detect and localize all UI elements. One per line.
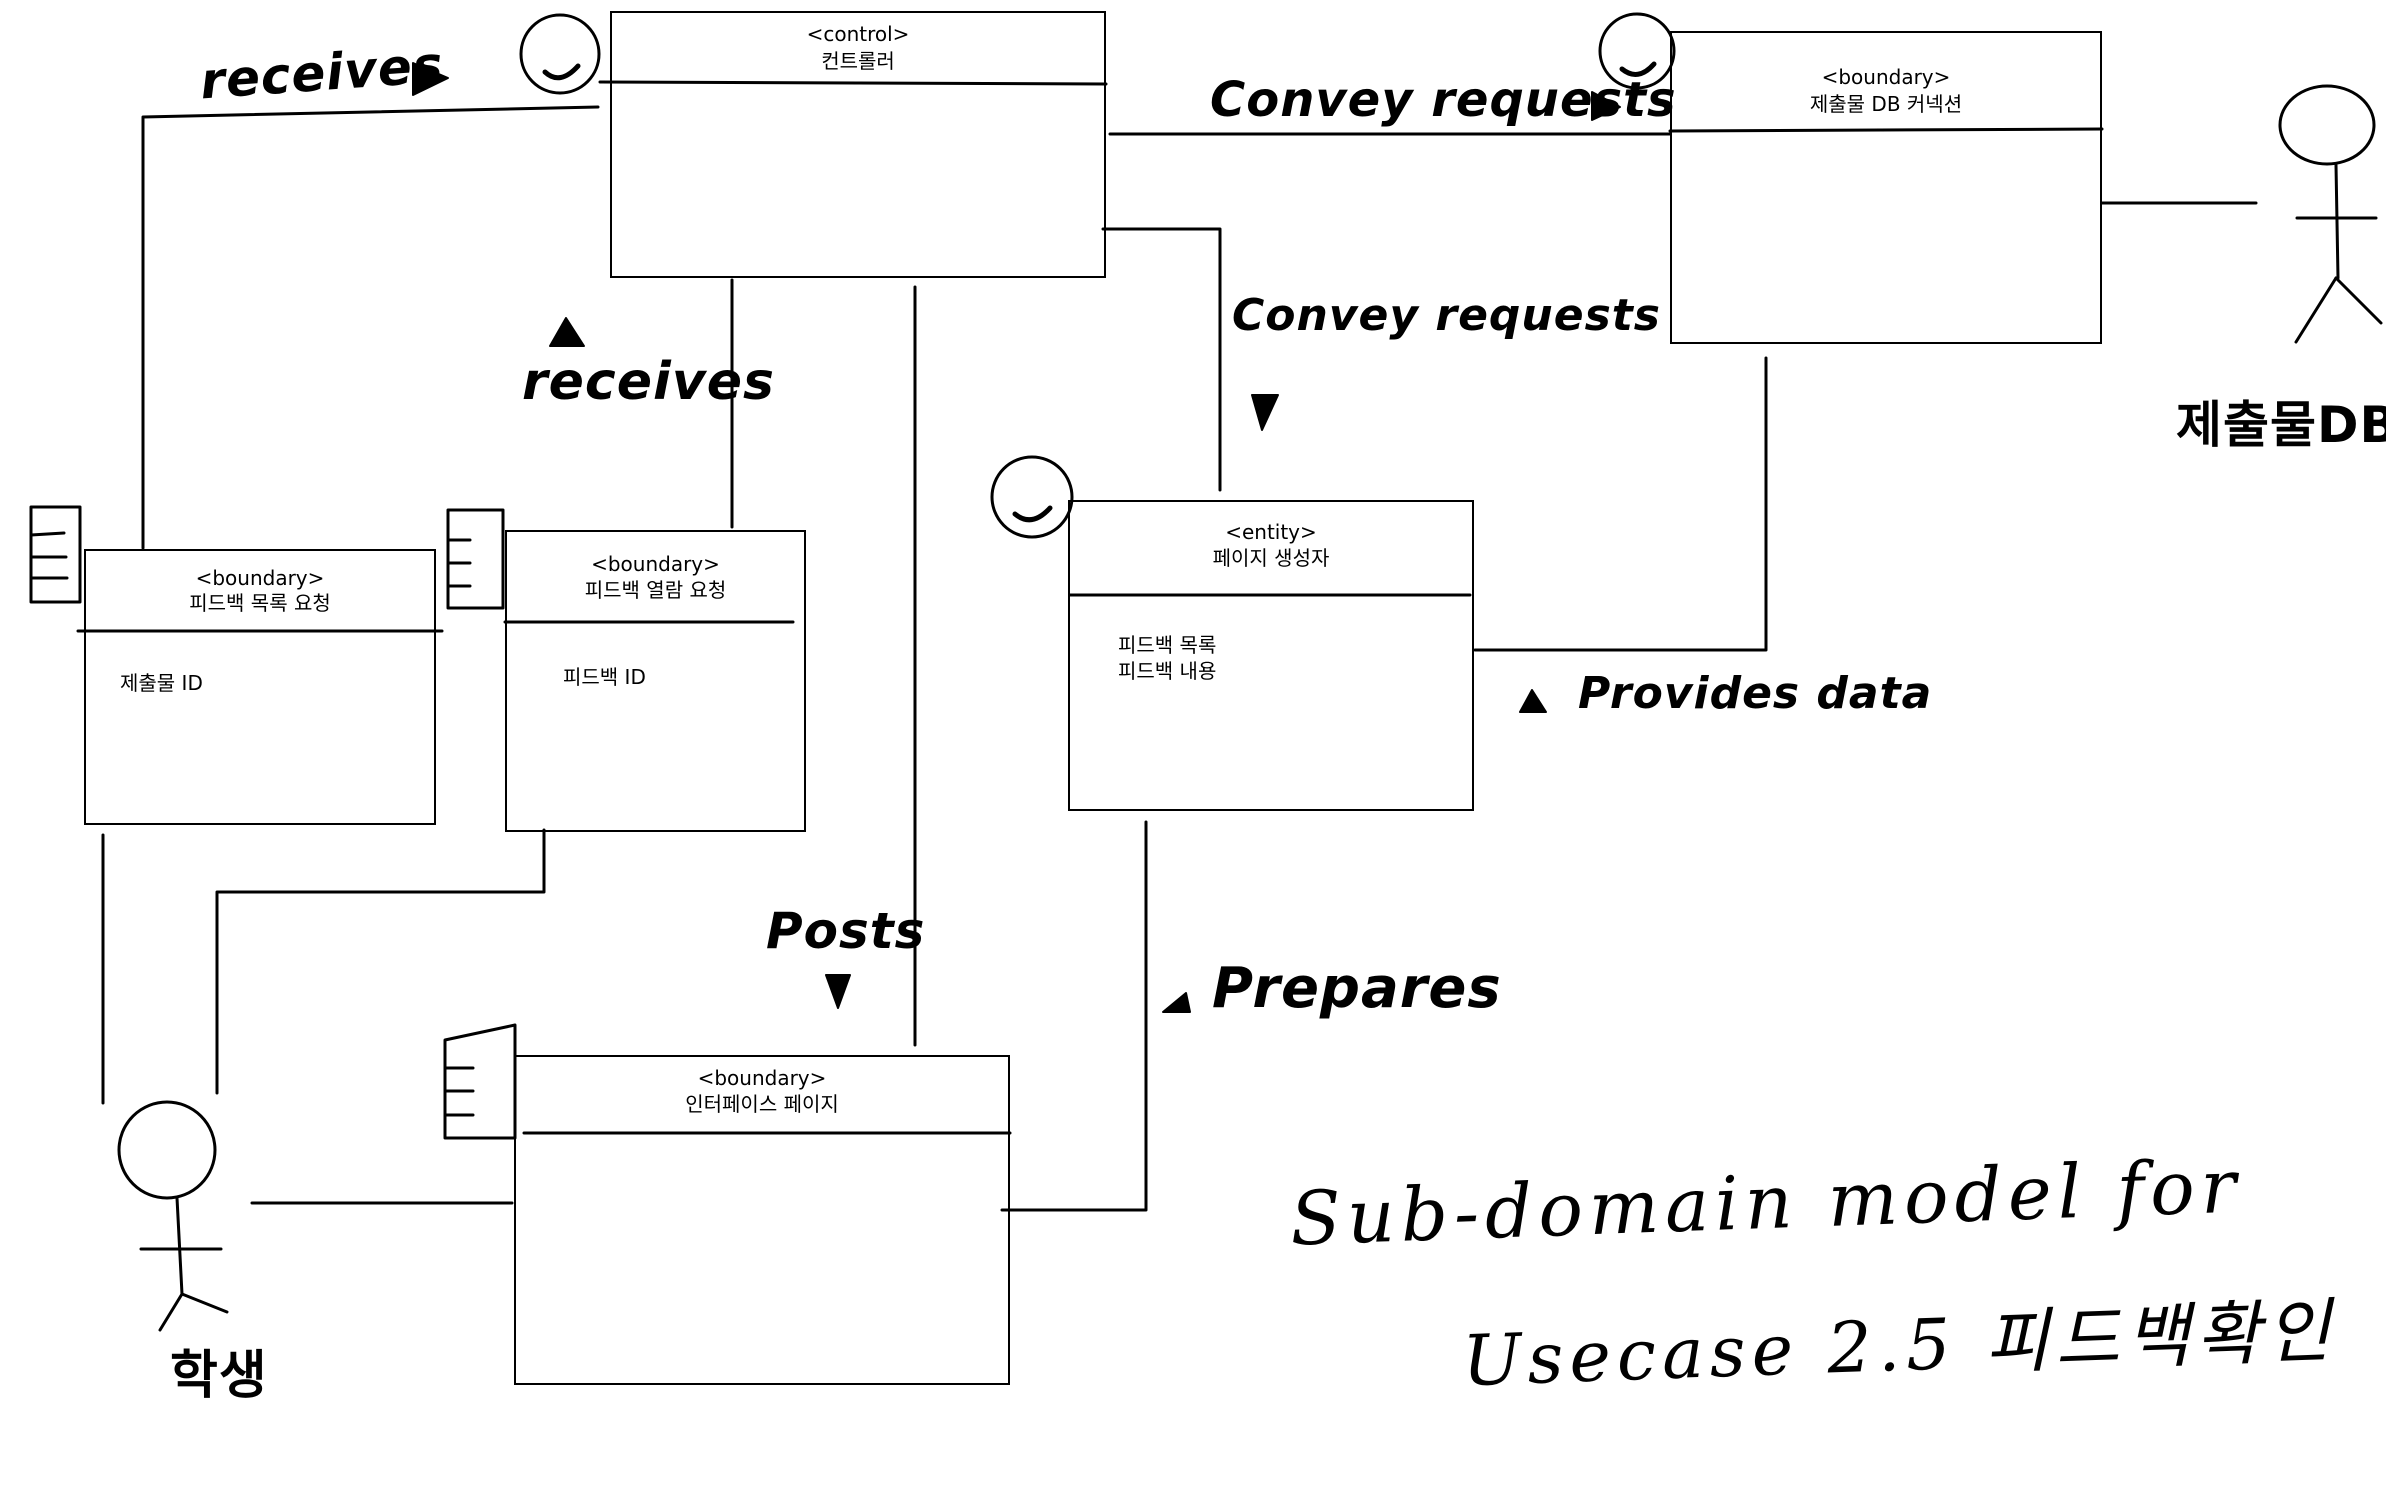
label-prepares: Prepares [1212,956,1502,1021]
actor-db-figure [2278,84,2383,344]
connector-controller-page-generator [1101,227,1222,492]
label-convey-top: Convey requests [1210,72,1677,128]
db-connection-box: <boundary> 제출물 DB 커넥션 [1670,31,2102,344]
controller-name: 컨트롤러 [821,49,895,73]
label-posts: Posts [766,902,926,960]
db-connection-stereotype: <boundary> [1821,65,1951,89]
page-generator-attr-feedback-list: 피드백 목록 [1118,633,1217,657]
controller-box: <control> 컨트롤러 [610,11,1106,278]
actor-db-label: 제출물DB [2176,396,2386,454]
page-generator-name: 페이지 생성자 [1212,546,1330,570]
actor-student-figure [117,1100,229,1332]
interface-page-name: 인터페이스 페이지 [685,1092,839,1116]
actor-student-label: 학생 [170,1346,268,1406]
label-receives-mid: receives [522,352,775,412]
label-provides-data: Provides data [1578,668,1933,719]
connector-controller-feedback-list [141,105,600,550]
controller-stereotype: <control> [806,22,910,46]
arrow-convey-mid [1251,394,1279,431]
label-convey-mid: Convey requests [1232,290,1661,341]
connector-feedback-view-student [215,828,546,1095]
arrow-prepares [1162,992,1191,1013]
page-generator-box: <entity> 페이지 생성자 피드백 목록 피드백 내용 [1068,500,1474,811]
arrow-posts [825,974,851,1009]
db-connection-name: 제출물 DB 커넥션 [1809,92,1963,116]
feedback-view-request-box: <boundary> 피드백 열람 요청 피드백 ID [505,530,806,832]
connector-page-generator-interface-page [1000,820,1148,1212]
feedback-list-attr-submission-id: 제출물 ID [120,671,203,695]
page-generator-attr-feedback-content: 피드백 내용 [1118,659,1217,683]
feedback-list-request-box: <boundary> 피드백 목록 요청 제출물 ID [84,549,436,825]
boundary-symbol-feedback-view [446,508,505,610]
interface-page-box: <boundary> 인터페이스 페이지 [514,1055,1010,1385]
arrow-provides [1519,689,1547,713]
page-generator-stereotype: <entity> [1225,520,1317,544]
arrow-receives-mid [549,317,585,347]
feedback-list-stereotype: <boundary> [195,566,325,590]
connector-db-connection-page-generator [1473,356,1768,652]
feedback-view-stereotype: <boundary> [591,552,720,576]
smiley-icon-controller [519,13,601,95]
smiley-icon-page-generator [990,455,1074,539]
feedback-view-name: 피드백 열람 요청 [584,578,727,602]
feedback-view-attr-feedback-id: 피드백 ID [563,665,646,689]
feedback-list-name: 피드백 목록 요청 [189,591,331,615]
boundary-symbol-feedback-list [29,505,82,604]
boundary-symbol-interface-page [443,1023,517,1140]
interface-page-stereotype: <boundary> [697,1066,827,1090]
